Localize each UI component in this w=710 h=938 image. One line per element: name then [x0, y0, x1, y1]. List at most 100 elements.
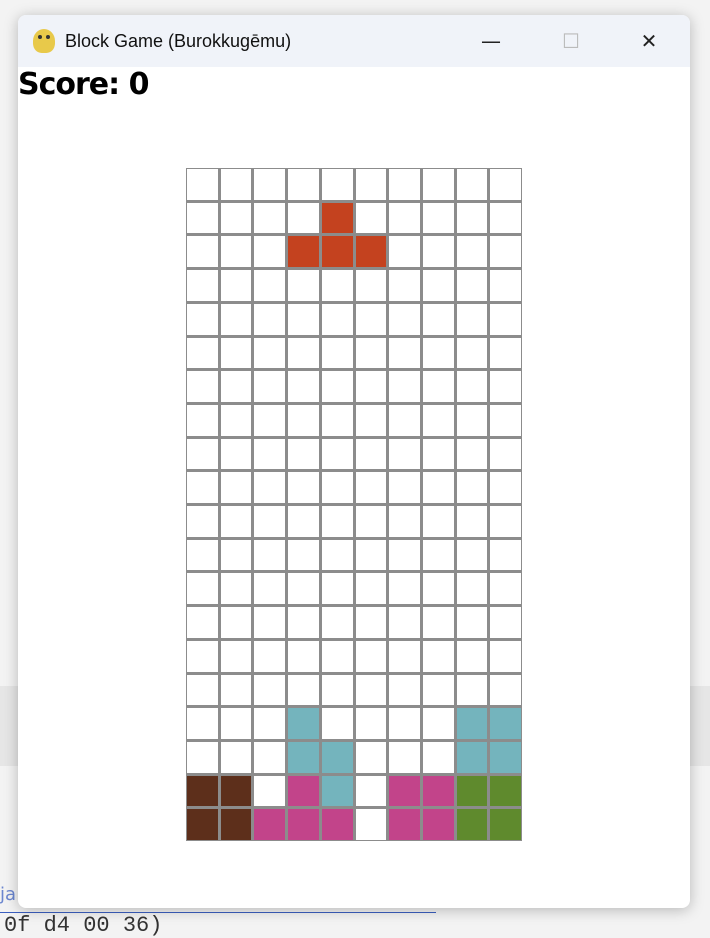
empty-cell	[456, 438, 488, 470]
empty-cell	[355, 472, 387, 503]
empty-cell	[220, 202, 252, 234]
empty-cell	[187, 741, 218, 773]
empty-cell	[288, 337, 319, 369]
empty-cell	[389, 303, 420, 335]
empty-cell	[220, 640, 252, 672]
block-cell	[422, 809, 454, 840]
empty-cell	[355, 202, 387, 234]
window-title: Block Game (Burokkugēmu)	[65, 30, 292, 51]
empty-cell	[321, 169, 353, 200]
empty-cell	[422, 573, 454, 605]
empty-cell	[187, 337, 218, 369]
empty-cell	[422, 674, 454, 706]
empty-cell	[355, 404, 387, 436]
empty-cell	[220, 506, 252, 537]
empty-cell	[254, 404, 286, 436]
empty-cell	[490, 202, 521, 234]
block-cell	[490, 809, 521, 840]
empty-cell	[490, 539, 521, 571]
empty-cell	[490, 236, 521, 268]
empty-cell	[389, 270, 420, 301]
empty-cell	[254, 303, 286, 335]
empty-cell	[220, 741, 252, 773]
empty-cell	[321, 438, 353, 470]
empty-cell	[456, 371, 488, 402]
empty-cell	[456, 337, 488, 369]
empty-cell	[220, 404, 252, 436]
empty-cell	[321, 371, 353, 402]
empty-cell	[288, 674, 319, 706]
empty-cell	[389, 539, 420, 571]
empty-cell	[389, 337, 420, 369]
empty-cell	[187, 270, 218, 301]
block-cell	[321, 809, 353, 840]
empty-cell	[321, 472, 353, 503]
empty-cell	[254, 640, 286, 672]
empty-cell	[187, 236, 218, 268]
empty-cell	[187, 539, 218, 571]
empty-cell	[187, 472, 218, 503]
block-cell	[321, 741, 353, 773]
minimize-button[interactable]: —	[468, 15, 514, 67]
empty-cell	[389, 708, 420, 739]
block-cell	[288, 708, 319, 739]
empty-cell	[321, 573, 353, 605]
empty-cell	[389, 438, 420, 470]
empty-cell	[389, 371, 420, 402]
empty-cell	[220, 371, 252, 402]
empty-cell	[490, 506, 521, 537]
empty-cell	[490, 270, 521, 301]
close-button[interactable]: ✕	[626, 15, 672, 67]
empty-cell	[321, 506, 353, 537]
empty-cell	[355, 640, 387, 672]
empty-cell	[254, 270, 286, 301]
empty-cell	[490, 472, 521, 503]
empty-cell	[254, 674, 286, 706]
empty-cell	[456, 236, 488, 268]
empty-cell	[254, 708, 286, 739]
empty-cell	[422, 404, 454, 436]
empty-cell	[389, 506, 420, 537]
title-bar[interactable]: Block Game (Burokkugēmu) — ☐ ✕	[18, 15, 690, 67]
empty-cell	[288, 371, 319, 402]
empty-cell	[389, 404, 420, 436]
block-cell	[187, 809, 218, 840]
game-window: Block Game (Burokkugēmu) — ☐ ✕ Score: 0	[18, 15, 690, 908]
game-board[interactable]	[186, 168, 522, 841]
block-cell	[288, 809, 319, 840]
empty-cell	[288, 202, 319, 234]
block-cell	[321, 202, 353, 234]
empty-cell	[456, 674, 488, 706]
empty-cell	[321, 674, 353, 706]
empty-cell	[321, 337, 353, 369]
empty-cell	[220, 539, 252, 571]
empty-cell	[456, 607, 488, 638]
empty-cell	[422, 640, 454, 672]
empty-cell	[254, 371, 286, 402]
maximize-button[interactable]: ☐	[548, 15, 594, 67]
empty-cell	[456, 640, 488, 672]
empty-cell	[490, 404, 521, 436]
empty-cell	[355, 371, 387, 402]
empty-cell	[355, 506, 387, 537]
empty-cell	[288, 404, 319, 436]
empty-cell	[422, 169, 454, 200]
empty-cell	[389, 202, 420, 234]
empty-cell	[422, 607, 454, 638]
empty-cell	[422, 371, 454, 402]
pygame-snake-icon	[33, 29, 55, 53]
empty-cell	[254, 607, 286, 638]
empty-cell	[355, 303, 387, 335]
empty-cell	[321, 607, 353, 638]
empty-cell	[288, 303, 319, 335]
block-cell	[355, 236, 387, 268]
empty-cell	[321, 404, 353, 436]
empty-cell	[220, 472, 252, 503]
empty-cell	[220, 708, 252, 739]
empty-cell	[355, 775, 387, 807]
empty-cell	[355, 270, 387, 301]
block-cell	[254, 809, 286, 840]
empty-cell	[389, 741, 420, 773]
empty-cell	[355, 337, 387, 369]
empty-cell	[422, 236, 454, 268]
